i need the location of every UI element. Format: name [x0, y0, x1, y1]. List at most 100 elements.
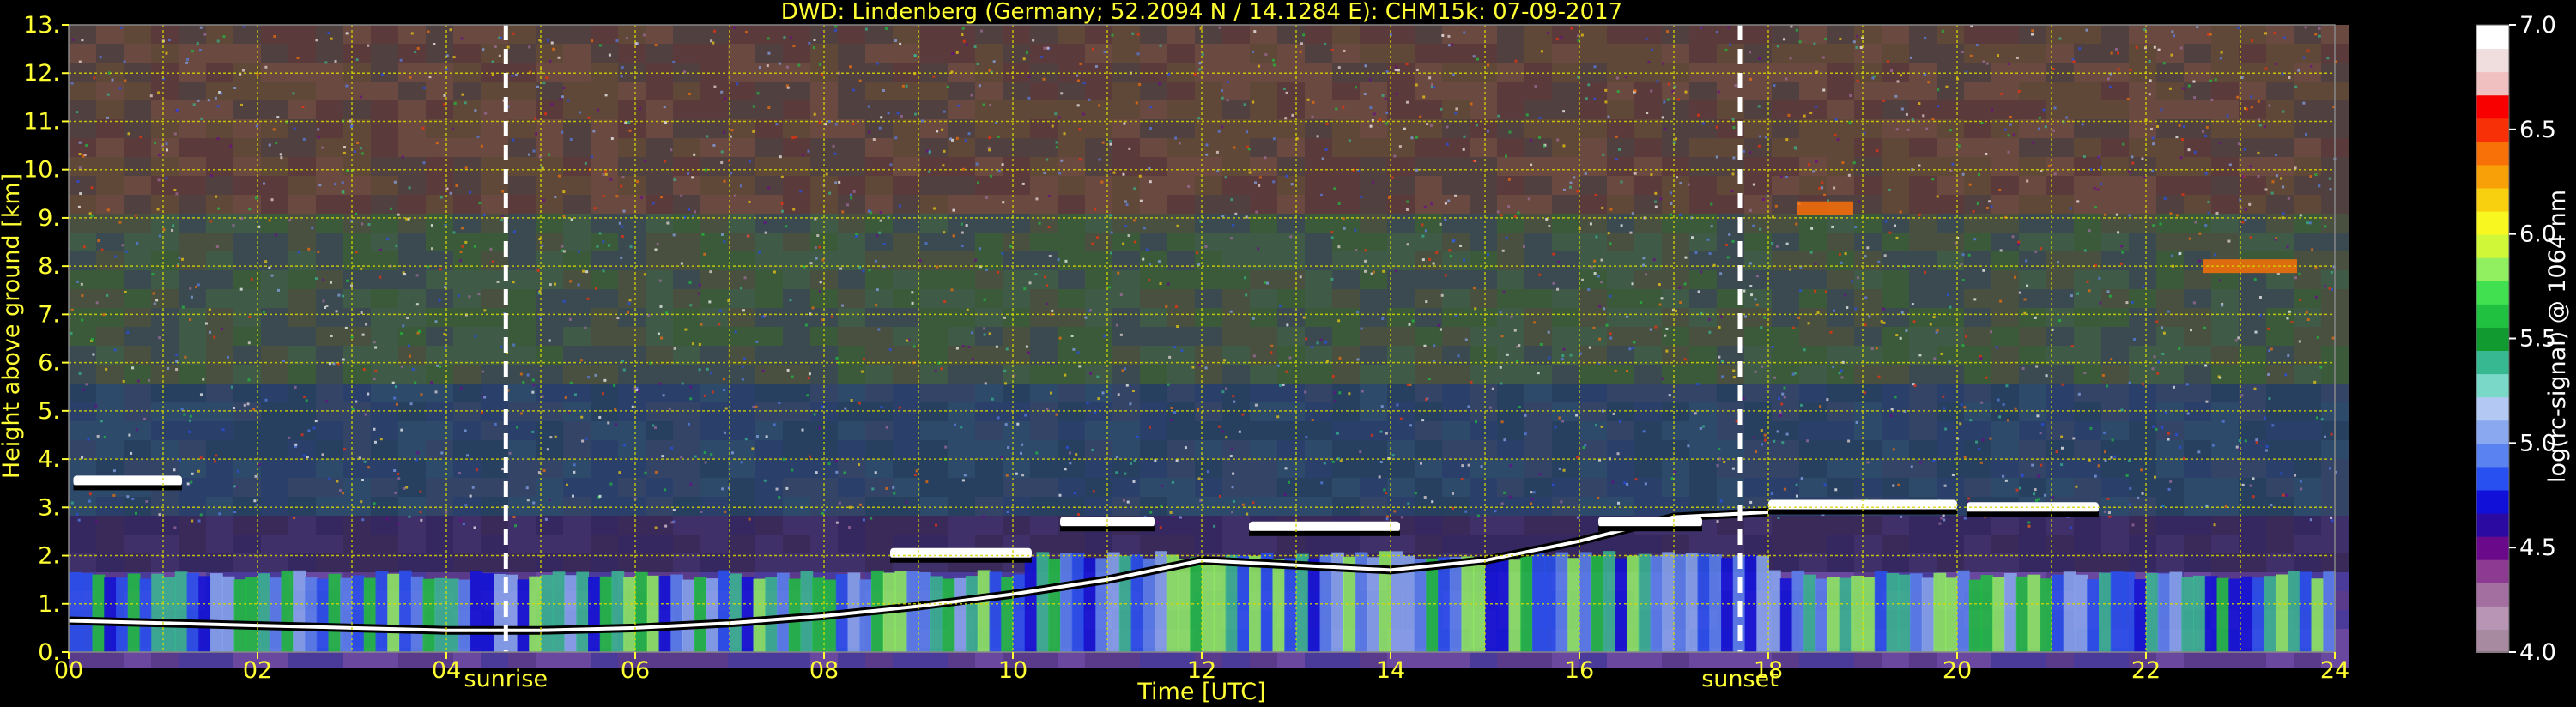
field-cell: [2101, 100, 2130, 120]
noise-dot: [2306, 49, 2310, 52]
noise-dot: [492, 260, 495, 263]
noise-dot: [680, 194, 683, 197]
field-cell: [865, 535, 894, 554]
field-cell: [179, 176, 207, 196]
noise-dot: [2055, 450, 2058, 454]
field-cell: [1909, 82, 1937, 101]
field-cell: [728, 100, 756, 120]
noise-dot: [1148, 166, 1151, 170]
field-cell: [288, 176, 317, 196]
noise-dot: [1271, 58, 1275, 62]
noise-dot: [1720, 315, 1724, 318]
field-cell: [1552, 25, 1580, 45]
noise-dot: [1408, 323, 1411, 326]
field-cell: [1360, 478, 1388, 498]
field-cell: [1497, 421, 1525, 441]
noise-dot: [691, 342, 694, 346]
noise-dot: [596, 245, 599, 248]
field-cell: [646, 327, 674, 347]
noise-dot: [1718, 447, 1721, 450]
field-cell: [975, 402, 1003, 422]
field-cell: [1991, 535, 2020, 554]
noise-dot: [2265, 444, 2269, 448]
noise-dot: [1472, 160, 1476, 163]
noise-dot: [542, 199, 545, 202]
field-cell: [1662, 535, 1690, 554]
noise-dot: [2192, 80, 2196, 83]
noise-dot: [1206, 470, 1209, 474]
noise-dot: [1951, 473, 1955, 476]
noise-dot: [1149, 106, 1153, 109]
field-cell: [1140, 157, 1168, 177]
field-cell: [371, 497, 399, 517]
noise-dot: [1690, 236, 1694, 239]
noise-dot: [1419, 115, 1422, 118]
noise-dot: [1777, 516, 1780, 519]
noise-dot: [1906, 128, 1910, 131]
field-cell: [1305, 289, 1333, 309]
field-cell: [2211, 233, 2240, 252]
field-cell: [1909, 535, 1937, 554]
noise-dot: [997, 135, 1000, 138]
field-cell: [1607, 270, 1635, 290]
noise-dot: [2185, 383, 2189, 386]
noise-dot: [1941, 29, 1944, 33]
field-cell: [1937, 82, 1965, 101]
field-cell: [1470, 100, 1498, 120]
field-cell: [1442, 459, 1470, 479]
noise-dot: [2061, 383, 2064, 386]
noise-dot: [2294, 166, 2297, 170]
noise-dot: [1668, 394, 1671, 397]
field-cell: [1799, 308, 1827, 328]
field-cell: [2184, 138, 2212, 158]
noise-dot: [1215, 150, 1219, 154]
field-cell: [1524, 421, 1553, 441]
field-cell: [261, 402, 289, 422]
field-cell: [1937, 327, 1965, 347]
field-cell: [1524, 25, 1553, 45]
field-cell: [1662, 440, 1690, 460]
noise-dot: [1403, 127, 1406, 130]
noise-dot: [80, 282, 83, 286]
noise-dot: [914, 474, 918, 477]
field-cell: [673, 384, 701, 403]
field-cell: [69, 233, 97, 252]
field-cell: [2156, 308, 2185, 328]
noise-dot: [995, 121, 998, 124]
noise-dot: [1683, 358, 1687, 361]
field-cell: [261, 214, 289, 233]
noise-dot: [500, 219, 504, 222]
noise-dot: [191, 472, 194, 475]
noise-dot: [2274, 154, 2277, 157]
field-cell: [426, 44, 454, 63]
field-cell: [783, 119, 811, 139]
field-cell: [2129, 100, 2157, 120]
field-cell: [1964, 176, 1992, 196]
field-cell: [371, 82, 399, 101]
noise-dot: [1312, 100, 1315, 104]
noise-dot: [2107, 511, 2111, 515]
field-cell: [865, 402, 894, 422]
field-cell: [536, 327, 564, 347]
field-cell: [1167, 308, 1196, 328]
noise-dot: [311, 227, 314, 230]
noise-dot: [565, 483, 568, 486]
noise-dot: [321, 453, 324, 456]
field-cell: [508, 157, 536, 177]
noise-dot: [773, 270, 776, 274]
noise-dot: [976, 63, 979, 66]
noise-dot: [344, 326, 348, 329]
noise-dot: [356, 141, 360, 144]
noise-dot: [1674, 310, 1677, 313]
field-cell: [96, 119, 124, 139]
noise-dot: [2058, 37, 2062, 40]
field-cell: [1909, 195, 1937, 215]
field-cell: [893, 176, 921, 196]
noise-dot: [475, 468, 478, 472]
noise-dot: [1117, 393, 1120, 396]
noise-dot: [1501, 249, 1505, 252]
noise-dot: [1198, 68, 1202, 71]
field-cell: [563, 365, 591, 384]
field-cell: [261, 138, 289, 158]
noise-dot: [1005, 347, 1009, 351]
